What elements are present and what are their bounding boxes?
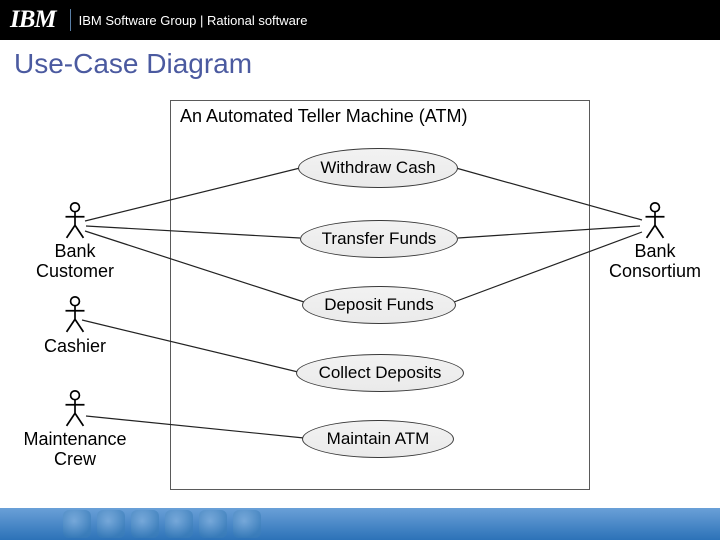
header-bar: IBM IBM Software Group | Rational softwa… [0,0,720,40]
actor-label: Bank Customer [20,242,130,282]
actor-label: Cashier [30,336,120,357]
stick-figure-icon [62,296,88,334]
stick-figure-icon [642,202,668,240]
usecase-label: Maintain ATM [327,429,430,449]
page-title: Use-Case Diagram [0,40,720,90]
footer-bar [0,508,720,540]
ibm-logo: IBM [10,6,56,34]
usecase-label: Withdraw Cash [320,158,435,178]
footer-texture [60,508,280,540]
usecase-withdraw-cash: Withdraw Cash [298,148,458,188]
stick-figure-icon [62,390,88,428]
usecase-label: Deposit Funds [324,295,434,315]
ibm-logo-text: IBM [10,6,56,34]
actor-label: Bank Consortium [600,242,710,282]
usecase-maintain-atm: Maintain ATM [302,420,454,458]
usecase-collect-deposits: Collect Deposits [296,354,464,392]
actor-bank-customer: Bank Customer [20,202,130,282]
actor-maintenance-crew: Maintenance Crew [10,390,140,470]
actor-label: Maintenance Crew [10,430,140,470]
actor-cashier: Cashier [30,296,120,357]
header-divider [70,9,71,31]
usecase-deposit-funds: Deposit Funds [302,286,456,324]
usecase-transfer-funds: Transfer Funds [300,220,458,258]
system-name: An Automated Teller Machine (ATM) [180,106,467,127]
header-group-text: IBM Software Group | Rational software [79,13,308,28]
usecase-label: Collect Deposits [319,363,442,383]
usecase-label: Transfer Funds [322,229,437,249]
stick-figure-icon [62,202,88,240]
actor-bank-consortium: Bank Consortium [600,202,710,282]
